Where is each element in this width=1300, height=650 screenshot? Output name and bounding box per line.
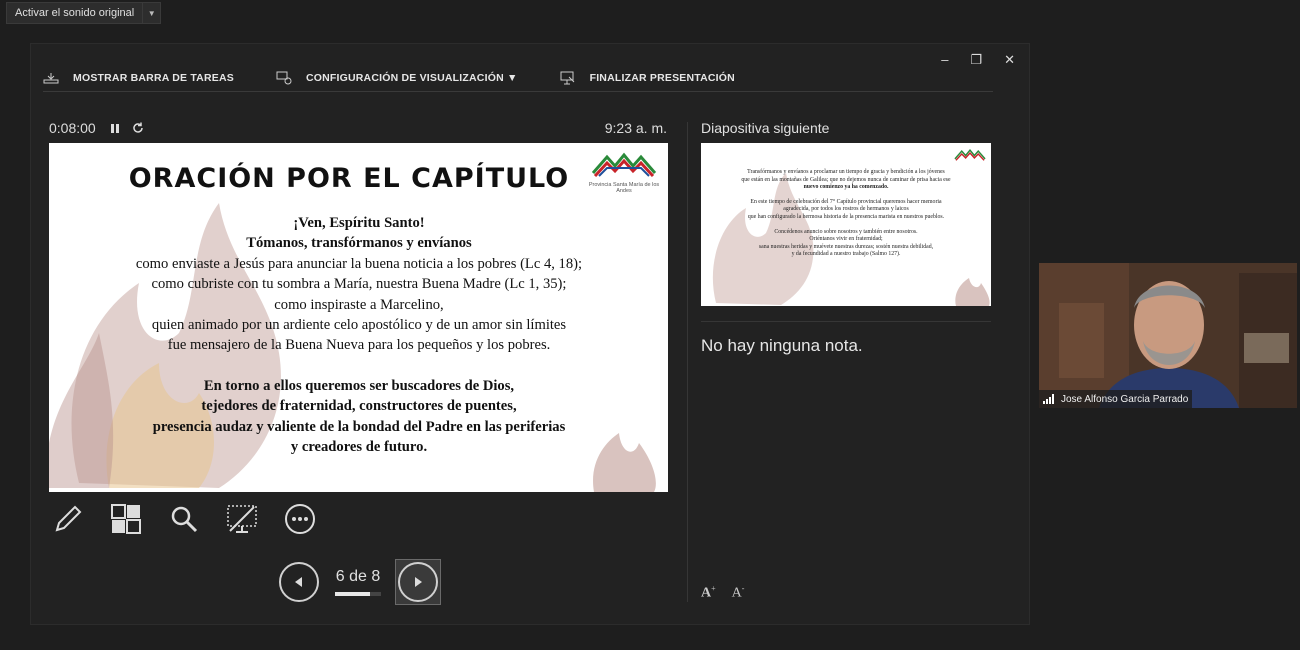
slide-line: En torno a ellos queremos ser buscadores… — [203, 377, 515, 394]
next-slide-label: Diapositiva siguiente — [701, 120, 830, 136]
display-settings-label: CONFIGURACIÓN DE VISUALIZACIÓN ▼ — [305, 71, 518, 84]
black-screen-icon[interactable] — [225, 502, 259, 536]
show-taskbar-label: MOSTRAR BARRA DE TAREAS — [73, 71, 234, 84]
taskbar-icon — [43, 72, 59, 83]
slide-line: y creadores de futuro. — [290, 439, 428, 456]
next-slide-line: nuevo comienzo ya ha comenzado. — [803, 184, 889, 191]
unmute-original-audio-button[interactable]: Activar el sonido original ▼ — [6, 2, 162, 24]
participant-video-feed — [1039, 263, 1297, 408]
current-clock: 9:23 a. m. — [604, 120, 667, 136]
display-settings-icon — [276, 71, 292, 84]
next-slide-text: Transfórmanos y envíanos a proclamar un … — [711, 169, 981, 259]
slide-line: como inspiraste a Marcelino, — [274, 296, 444, 313]
slide-line: presencia audaz y valiente de la bondad … — [152, 418, 566, 435]
speaker-notes: No hay ninguna nota. — [701, 336, 863, 355]
more-options-icon[interactable] — [283, 502, 317, 536]
timer-row: 0:08:00 9:23 a. m. — [49, 120, 667, 136]
chevron-down-icon[interactable]: ▼ — [142, 3, 160, 23]
next-slide-line: y da fecundidad a nuestro trabajo (Salmo… — [791, 251, 901, 258]
next-slide-line: que están en las montañas de Galilea; qu… — [741, 176, 951, 183]
next-slide-line: Transfórmanos y envíanos a proclamar un … — [747, 169, 945, 175]
slide-line: como enviaste a Jesús para anunciar la b… — [135, 255, 583, 272]
reset-timer-icon[interactable] — [132, 122, 144, 134]
notes-divider — [701, 321, 991, 322]
show-taskbar-button[interactable]: MOSTRAR BARRA DE TAREAS — [43, 72, 234, 84]
unmute-label: Activar el sonido original — [15, 7, 135, 19]
decrease-font-icon[interactable]: A- — [732, 584, 745, 602]
pen-icon[interactable] — [51, 502, 85, 536]
previous-slide-button[interactable] — [279, 562, 319, 602]
end-slideshow-icon — [560, 71, 574, 84]
next-slide-button[interactable] — [398, 562, 438, 602]
slide-body: ¡Ven, Espíritu Santo! Tómanos, transfórm… — [69, 213, 649, 457]
signal-strength-icon — [1043, 394, 1054, 404]
next-slide-line: En este tiempo de celebración del 7° Cap… — [750, 198, 942, 205]
slide-line: Tómanos, transfórmanos y envíanos — [246, 235, 472, 252]
next-slide-line: Oriéntanos vivir en fraternidad; — [809, 236, 883, 243]
presenter-toolbar: MOSTRAR BARRA DE TAREAS CONFIGURACIÓN DE… — [43, 64, 993, 92]
pause-icon[interactable] — [110, 123, 120, 134]
participant-video[interactable]: Jose Alfonso Garcia Parrado — [1039, 263, 1297, 408]
next-slide-preview[interactable]: Transfórmanos y envíanos a proclamar un … — [701, 143, 991, 306]
previous-arrow-icon — [295, 577, 302, 587]
slide-counter-text: 6 de 8 — [335, 568, 381, 585]
participant-name: Jose Alfonso Garcia Parrado — [1061, 393, 1189, 405]
presenter-view-window: – ❐ ✕ MOSTRAR BARRA DE TAREAS CONFIGURAC… — [30, 43, 1030, 625]
panel-divider — [687, 122, 688, 602]
slide-counter: 6 de 8 — [335, 568, 381, 596]
slide-title: ORACIÓN POR EL CAPÍTULO — [128, 163, 570, 194]
slide-progress-bar — [335, 592, 381, 596]
slide-line: quien animado por un ardiente celo apost… — [151, 317, 567, 334]
current-slide: Provincia Santa María de los Andes ORACI… — [49, 143, 668, 492]
see-all-slides-icon[interactable] — [109, 502, 143, 536]
zoom-icon[interactable] — [167, 502, 201, 536]
slide-tools — [51, 502, 317, 536]
next-slide-line: agradecida, por todos los rostros de her… — [783, 206, 909, 213]
font-size-controls: A+ A- — [701, 584, 744, 602]
next-slide-line: que han configurado la hermosa historia … — [747, 213, 945, 220]
slide-line: como cubriste con tu sombra a María, nue… — [151, 276, 567, 293]
next-slide-button-frame — [395, 559, 441, 605]
end-slideshow-button[interactable]: FINALIZAR PRESENTACIÓN — [560, 71, 735, 85]
participant-name-tag: Jose Alfonso Garcia Parrado — [1039, 390, 1193, 408]
end-slideshow-label: FINALIZAR PRESENTACIÓN — [589, 71, 735, 84]
slide-line: fue mensajero de la Buena Nueva para los… — [167, 337, 551, 354]
slide-line: ¡Ven, Espíritu Santo! — [293, 215, 425, 231]
increase-font-icon[interactable]: A+ — [701, 584, 716, 602]
display-settings-button[interactable]: CONFIGURACIÓN DE VISUALIZACIÓN ▼ — [276, 71, 518, 85]
close-button[interactable]: ✕ — [1004, 52, 1015, 68]
slide-line: tejedores de fraternidad, constructores … — [201, 398, 517, 415]
elapsed-time: 0:08:00 — [49, 120, 96, 136]
next-arrow-icon — [415, 577, 422, 587]
next-slide-logo-icon — [954, 148, 986, 161]
slide-navigation: 6 de 8 — [279, 559, 441, 605]
